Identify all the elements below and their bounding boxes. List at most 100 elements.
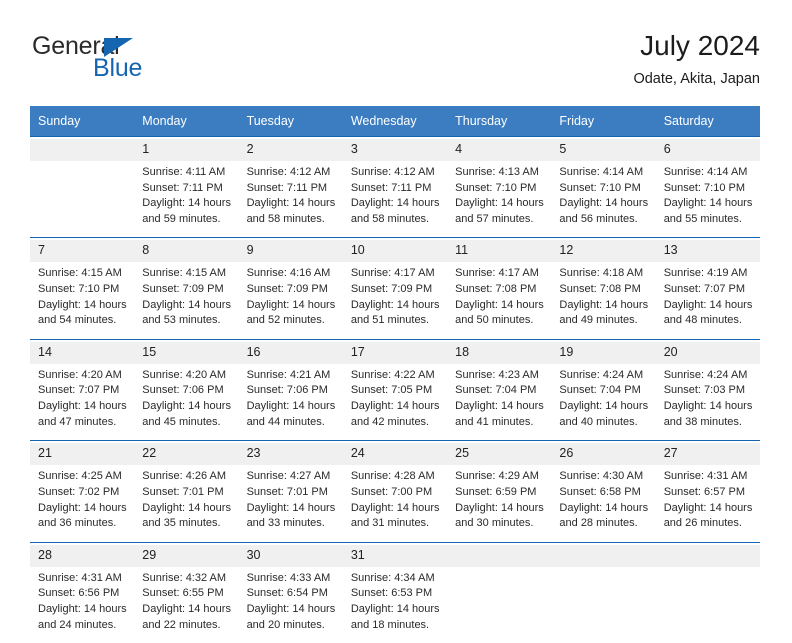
sunrise-text: Sunrise: 4:12 AM [247, 165, 337, 181]
day-number[interactable]: 25 [447, 443, 551, 465]
day-number[interactable]: 21 [30, 443, 134, 465]
sunrise-text: Sunrise: 4:28 AM [351, 469, 441, 485]
sunset-text: Sunset: 7:07 PM [664, 282, 754, 298]
day-number[interactable]: 7 [30, 240, 134, 262]
sunset-text: Sunset: 7:10 PM [38, 282, 128, 298]
general-blue-logo[interactable]: General Blue [30, 28, 260, 90]
day-number[interactable]: 30 [239, 545, 343, 567]
day-cell[interactable]: Sunrise: 4:17 AMSunset: 7:09 PMDaylight:… [343, 262, 447, 339]
sunrise-text: Sunrise: 4:15 AM [38, 266, 128, 282]
day-cell[interactable]: Sunrise: 4:20 AMSunset: 7:07 PMDaylight:… [30, 364, 134, 441]
day-number[interactable]: 1 [134, 139, 238, 161]
day-cell[interactable]: Sunrise: 4:12 AMSunset: 7:11 PMDaylight:… [343, 161, 447, 238]
day-cell[interactable]: Sunrise: 4:12 AMSunset: 7:11 PMDaylight:… [239, 161, 343, 238]
day-number[interactable]: 26 [551, 443, 655, 465]
day-cell[interactable]: Sunrise: 4:18 AMSunset: 7:08 PMDaylight:… [551, 262, 655, 339]
day-cell[interactable]: Sunrise: 4:28 AMSunset: 7:00 PMDaylight:… [343, 465, 447, 542]
day-cell[interactable]: Sunrise: 4:15 AMSunset: 7:10 PMDaylight:… [30, 262, 134, 339]
calendar-grid: Sunday Monday Tuesday Wednesday Thursday… [30, 106, 760, 643]
sunrise-text: Sunrise: 4:31 AM [38, 571, 128, 587]
daylight-text: Daylight: 14 hours and 54 minutes. [38, 298, 128, 329]
day-number[interactable]: 18 [447, 342, 551, 364]
day-number[interactable]: 31 [343, 545, 447, 567]
day-cell[interactable]: Sunrise: 4:33 AMSunset: 6:54 PMDaylight:… [239, 567, 343, 643]
day-number-row: 28293031 [30, 545, 760, 567]
day-number[interactable]: 27 [656, 443, 760, 465]
daylight-text: Daylight: 14 hours and 58 minutes. [351, 196, 441, 227]
day-number[interactable]: 12 [551, 240, 655, 262]
day-cell[interactable]: Sunrise: 4:20 AMSunset: 7:06 PMDaylight:… [134, 364, 238, 441]
day-cell-empty [656, 567, 760, 643]
day-number[interactable]: 4 [447, 139, 551, 161]
sunset-text: Sunset: 7:04 PM [455, 383, 545, 399]
day-cell[interactable]: Sunrise: 4:29 AMSunset: 6:59 PMDaylight:… [447, 465, 551, 542]
day-number[interactable]: 6 [656, 139, 760, 161]
day-number[interactable]: 28 [30, 545, 134, 567]
daylight-text: Daylight: 14 hours and 55 minutes. [664, 196, 754, 227]
sunset-text: Sunset: 6:53 PM [351, 586, 441, 602]
day-number[interactable]: 15 [134, 342, 238, 364]
sunset-text: Sunset: 7:01 PM [142, 485, 232, 501]
day-cell[interactable]: Sunrise: 4:24 AMSunset: 7:04 PMDaylight:… [551, 364, 655, 441]
day-cell[interactable]: Sunrise: 4:21 AMSunset: 7:06 PMDaylight:… [239, 364, 343, 441]
day-cell[interactable]: Sunrise: 4:27 AMSunset: 7:01 PMDaylight:… [239, 465, 343, 542]
sunset-text: Sunset: 6:58 PM [559, 485, 649, 501]
day-cell[interactable]: Sunrise: 4:30 AMSunset: 6:58 PMDaylight:… [551, 465, 655, 542]
daylight-text: Daylight: 14 hours and 28 minutes. [559, 501, 649, 532]
day-cell[interactable]: Sunrise: 4:13 AMSunset: 7:10 PMDaylight:… [447, 161, 551, 238]
day-number[interactable]: 5 [551, 139, 655, 161]
sunset-text: Sunset: 7:10 PM [559, 181, 649, 197]
day-cell[interactable]: Sunrise: 4:34 AMSunset: 6:53 PMDaylight:… [343, 567, 447, 643]
day-number[interactable]: 9 [239, 240, 343, 262]
sunset-text: Sunset: 7:09 PM [142, 282, 232, 298]
daylight-text: Daylight: 14 hours and 18 minutes. [351, 602, 441, 633]
day-number[interactable]: 14 [30, 342, 134, 364]
day-number[interactable]: 23 [239, 443, 343, 465]
sunset-text: Sunset: 7:06 PM [247, 383, 337, 399]
page-title: July 2024 [633, 28, 760, 63]
day-detail-row: Sunrise: 4:11 AMSunset: 7:11 PMDaylight:… [30, 161, 760, 238]
day-cell[interactable]: Sunrise: 4:22 AMSunset: 7:05 PMDaylight:… [343, 364, 447, 441]
day-number[interactable]: 19 [551, 342, 655, 364]
day-number[interactable]: 29 [134, 545, 238, 567]
day-number[interactable]: 22 [134, 443, 238, 465]
day-cell[interactable]: Sunrise: 4:14 AMSunset: 7:10 PMDaylight:… [656, 161, 760, 238]
day-cell[interactable]: Sunrise: 4:15 AMSunset: 7:09 PMDaylight:… [134, 262, 238, 339]
day-cell[interactable]: Sunrise: 4:31 AMSunset: 6:57 PMDaylight:… [656, 465, 760, 542]
day-number[interactable]: 3 [343, 139, 447, 161]
sunrise-text: Sunrise: 4:15 AM [142, 266, 232, 282]
sunset-text: Sunset: 7:08 PM [559, 282, 649, 298]
day-number[interactable]: 20 [656, 342, 760, 364]
sunrise-text: Sunrise: 4:19 AM [664, 266, 754, 282]
day-cell[interactable]: Sunrise: 4:24 AMSunset: 7:03 PMDaylight:… [656, 364, 760, 441]
day-number[interactable]: 8 [134, 240, 238, 262]
day-number[interactable]: 24 [343, 443, 447, 465]
sunset-text: Sunset: 7:08 PM [455, 282, 545, 298]
day-cell[interactable]: Sunrise: 4:11 AMSunset: 7:11 PMDaylight:… [134, 161, 238, 238]
day-cell[interactable]: Sunrise: 4:19 AMSunset: 7:07 PMDaylight:… [656, 262, 760, 339]
day-number[interactable]: 13 [656, 240, 760, 262]
day-cell[interactable]: Sunrise: 4:14 AMSunset: 7:10 PMDaylight:… [551, 161, 655, 238]
sunrise-text: Sunrise: 4:11 AM [142, 165, 232, 181]
day-cell[interactable]: Sunrise: 4:25 AMSunset: 7:02 PMDaylight:… [30, 465, 134, 542]
day-cell[interactable]: Sunrise: 4:16 AMSunset: 7:09 PMDaylight:… [239, 262, 343, 339]
day-cell[interactable]: Sunrise: 4:32 AMSunset: 6:55 PMDaylight:… [134, 567, 238, 643]
day-number[interactable]: 2 [239, 139, 343, 161]
daylight-text: Daylight: 14 hours and 49 minutes. [559, 298, 649, 329]
day-cell[interactable]: Sunrise: 4:17 AMSunset: 7:08 PMDaylight:… [447, 262, 551, 339]
daylight-text: Daylight: 14 hours and 50 minutes. [455, 298, 545, 329]
day-number[interactable]: 10 [343, 240, 447, 262]
weekday-header-wednesday: Wednesday [343, 106, 447, 137]
day-cell[interactable]: Sunrise: 4:31 AMSunset: 6:56 PMDaylight:… [30, 567, 134, 643]
sunset-text: Sunset: 6:54 PM [247, 586, 337, 602]
sunrise-text: Sunrise: 4:24 AM [559, 368, 649, 384]
day-cell[interactable]: Sunrise: 4:26 AMSunset: 7:01 PMDaylight:… [134, 465, 238, 542]
day-number[interactable]: 17 [343, 342, 447, 364]
day-number[interactable]: 11 [447, 240, 551, 262]
daylight-text: Daylight: 14 hours and 40 minutes. [559, 399, 649, 430]
day-number[interactable]: 16 [239, 342, 343, 364]
sunset-text: Sunset: 6:57 PM [664, 485, 754, 501]
day-cell[interactable]: Sunrise: 4:23 AMSunset: 7:04 PMDaylight:… [447, 364, 551, 441]
sunset-text: Sunset: 6:59 PM [455, 485, 545, 501]
daylight-text: Daylight: 14 hours and 53 minutes. [142, 298, 232, 329]
